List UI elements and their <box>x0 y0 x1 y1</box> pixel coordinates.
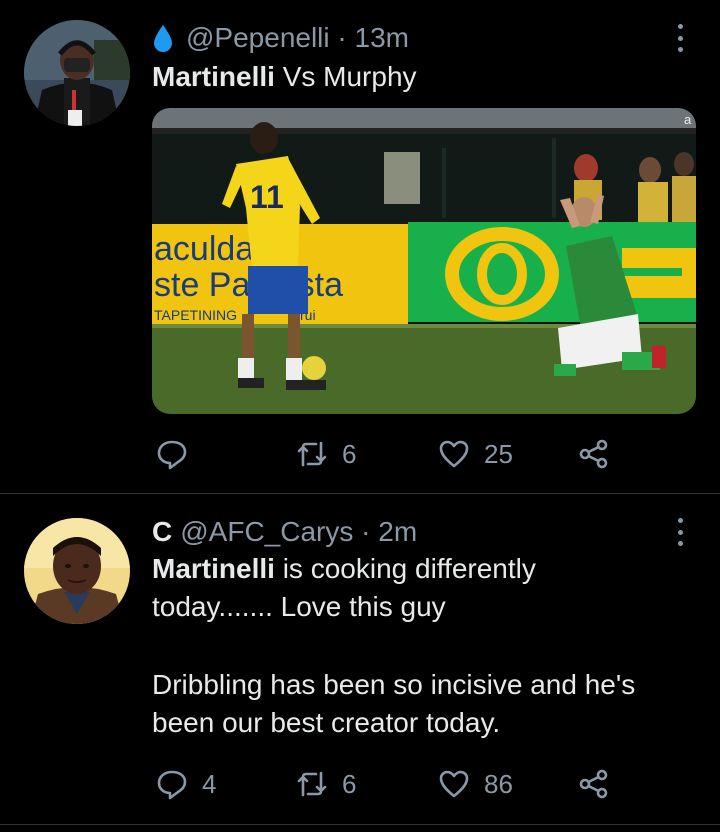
tweet-text-rest: is cooking differently <box>274 553 536 584</box>
tweet-actions: 4 6 86 <box>152 764 622 804</box>
separator: · <box>329 22 355 53</box>
avatar-image <box>24 518 130 624</box>
more-options-icon[interactable] <box>668 20 692 56</box>
tweet-media[interactable]: aculda ste Pa sta TAPETINING rui a 11 <box>152 108 696 414</box>
reply-button[interactable] <box>156 434 202 474</box>
mention-text: Martinelli <box>152 553 275 584</box>
corner-text: a <box>684 112 692 127</box>
water-drop-icon <box>154 25 172 52</box>
avatar-image <box>24 20 130 126</box>
tweet[interactable]: @Pepenelli · 13m Martinelli Vs Murphy ac… <box>0 0 720 493</box>
like-count: 86 <box>484 768 513 799</box>
tweet-text-rest: Vs Murphy <box>274 61 417 92</box>
reply-icon <box>157 440 187 470</box>
display-name[interactable]: C <box>152 516 172 548</box>
tweet-text-line: Martinelli is cooking differently <box>152 550 635 588</box>
media-image: aculda ste Pa sta TAPETINING rui a 11 <box>152 108 696 414</box>
share-icon <box>579 439 608 469</box>
tweet-text: Martinelli Vs Murphy <box>152 58 417 96</box>
board-text-3: TAPETINING <box>154 307 237 323</box>
reply-button[interactable]: 4 <box>156 764 216 804</box>
tweet-time[interactable]: 2m <box>378 516 417 548</box>
mention-text: Martinelli <box>152 61 275 92</box>
retweet-button[interactable]: 6 <box>296 434 356 474</box>
heart-icon <box>439 770 469 798</box>
share-icon <box>579 769 608 799</box>
tweet-handle[interactable]: @Pepenelli <box>186 22 330 54</box>
shirt-number: 11 <box>250 179 284 215</box>
tweet-time[interactable]: 13m <box>355 22 409 54</box>
tweet-actions: 6 25 <box>152 434 622 474</box>
tweet-text-line: Dribbling has been so incisive and he's <box>152 669 636 700</box>
retweet-count: 6 <box>342 438 357 469</box>
share-button[interactable] <box>578 434 610 474</box>
share-button[interactable] <box>578 764 610 804</box>
tweet[interactable]: C @AFC_Carys · 2m Martinelli is cooking … <box>0 494 720 824</box>
tweet-header: @Pepenelli · 13m <box>152 20 409 56</box>
like-button[interactable]: 25 <box>438 434 513 474</box>
more-options-icon[interactable] <box>668 514 692 550</box>
tweet-text-line: been our best creator today. <box>152 707 501 738</box>
retweet-icon <box>297 771 327 797</box>
separator: · <box>353 516 379 547</box>
tweet-text-line: today....... Love this guy <box>152 591 446 622</box>
heart-icon <box>439 440 469 468</box>
reply-icon <box>157 770 187 800</box>
avatar[interactable] <box>24 20 130 126</box>
retweet-icon <box>297 441 327 467</box>
avatar[interactable] <box>24 518 130 624</box>
tweet-handle[interactable]: @AFC_Carys <box>180 516 353 548</box>
like-button[interactable]: 86 <box>438 764 513 804</box>
reply-count: 4 <box>202 768 217 799</box>
retweet-count: 6 <box>342 768 357 799</box>
tweet-divider <box>0 824 720 825</box>
board-text-1: aculda <box>154 230 254 268</box>
tweet-text: Martinelli is cooking differently today.… <box>152 550 635 742</box>
like-count: 25 <box>484 438 513 469</box>
retweet-button[interactable]: 6 <box>296 764 356 804</box>
tweet-header: C @AFC_Carys · 2m <box>152 514 417 550</box>
